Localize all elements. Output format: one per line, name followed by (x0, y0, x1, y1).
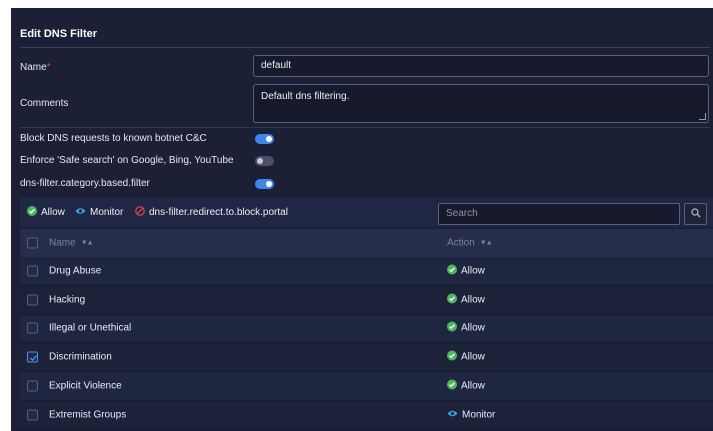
table-row[interactable]: Illegal or Unethical Allow (20, 314, 713, 344)
table-row[interactable]: Extremist Groups Monitor (20, 400, 713, 430)
search-input[interactable]: Search (438, 203, 680, 225)
eye-icon (447, 409, 458, 420)
name-label-text: Name (20, 62, 47, 73)
category-filter-label: dns-filter.category.based.filter (20, 178, 150, 189)
action-column-header[interactable]: Action ▼▲ (447, 237, 493, 249)
name-column-label: Name (49, 237, 76, 249)
action-cell[interactable]: Allow (447, 321, 485, 335)
select-all-checkbox[interactable] (27, 237, 38, 249)
safe-search-toggle[interactable] (255, 156, 274, 166)
monitor-button[interactable]: Monitor (75, 198, 123, 227)
name-input[interactable]: default (253, 55, 709, 77)
table-row[interactable]: Explicit Violence Allow (20, 372, 713, 401)
toggle-knob (257, 158, 263, 164)
action-column-label: Action (447, 237, 475, 249)
eye-icon (75, 207, 86, 218)
table-row[interactable]: Discrimination Allow (20, 343, 713, 373)
table-row[interactable]: Drug Abuse Allow (20, 257, 713, 286)
allow-button[interactable]: Allow (27, 198, 65, 227)
category-name: Discrimination (49, 351, 112, 363)
row-checkbox[interactable] (27, 294, 38, 306)
form-divider (20, 127, 710, 128)
row-checkbox[interactable] (27, 351, 38, 363)
table-body: Drug Abuse Allow Hacking Allow Illegal or Un… (20, 257, 713, 430)
action-label: Allow (461, 322, 485, 334)
row-checkbox[interactable] (27, 322, 38, 334)
category-table: Name ▼▲ Action ▼▲ Drug Abuse Allow Hacking… (20, 229, 713, 430)
required-marker: * (46, 62, 51, 73)
row-checkbox[interactable] (27, 380, 38, 392)
action-cell[interactable]: Allow (447, 379, 485, 393)
search-icon (690, 205, 701, 223)
redirect-label: dns-filter.redirect.to.block.portal (149, 207, 288, 218)
toggle-knob (266, 181, 272, 187)
checkmark-icon (30, 355, 38, 362)
category-name: Hacking (49, 294, 86, 306)
redirect-button[interactable]: dns-filter.redirect.to.block.portal (135, 198, 288, 227)
block-botnet-label: Block DNS requests to known botnet C&C (20, 133, 207, 144)
check-circle-icon (447, 264, 457, 277)
name-column-header[interactable]: Name ▼▲ (49, 237, 94, 249)
panel-title: Edit DNS Filter (20, 28, 98, 40)
action-cell[interactable]: Monitor (447, 409, 495, 420)
check-circle-icon (447, 293, 457, 306)
action-cell[interactable]: Allow (447, 350, 485, 364)
check-circle-icon (447, 379, 457, 393)
search-button[interactable] (684, 203, 707, 225)
action-cell[interactable]: Allow (447, 293, 485, 306)
sort-icon: ▼▲ (479, 239, 493, 247)
action-label: Allow (461, 380, 485, 392)
sort-icon: ▼▲ (80, 239, 94, 247)
check-circle-icon (27, 206, 37, 219)
comments-value: Default dns filtering. (261, 91, 350, 102)
check-circle-icon (447, 350, 457, 364)
category-name: Explicit Violence (49, 380, 122, 392)
action-label: Allow (461, 294, 485, 306)
table-header: Name ▼▲ Action ▼▲ (20, 229, 713, 257)
category-filter-toggle[interactable] (255, 179, 274, 189)
action-label: Allow (461, 265, 485, 277)
monitor-label: Monitor (90, 207, 124, 218)
edit-dns-filter-panel: Edit DNS Filter Name* default Comments D… (11, 8, 713, 431)
row-checkbox[interactable] (27, 409, 38, 421)
action-label: Allow (461, 351, 485, 363)
check-circle-icon (447, 321, 457, 335)
allow-label: Allow (41, 207, 65, 218)
action-cell[interactable]: Allow (447, 264, 485, 277)
category-name: Illegal or Unethical (49, 322, 132, 334)
comments-label: Comments (20, 98, 69, 109)
toggle-knob (266, 136, 272, 142)
block-botnet-toggle[interactable] (255, 134, 274, 144)
title-divider (20, 47, 710, 48)
row-checkbox[interactable] (27, 265, 38, 277)
category-name: Extremist Groups (49, 409, 127, 421)
action-label: Monitor (462, 409, 496, 421)
category-name: Drug Abuse (49, 265, 102, 277)
table-row[interactable]: Hacking Allow (20, 285, 713, 315)
resize-grip-icon[interactable] (699, 113, 706, 120)
block-icon (135, 206, 145, 219)
comments-textarea[interactable]: Default dns filtering. (253, 84, 709, 123)
safe-search-label: Enforce 'Safe search' on Google, Bing, Y… (20, 155, 234, 166)
name-label: Name* (20, 62, 51, 73)
